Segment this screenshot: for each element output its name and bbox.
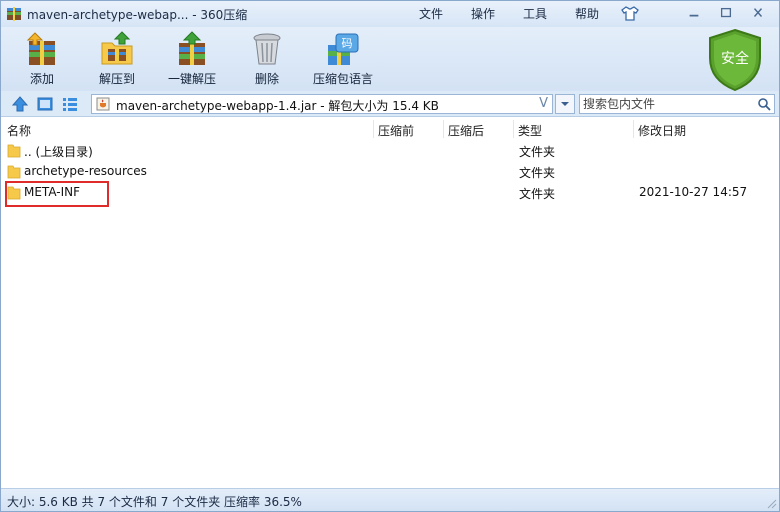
column-divider[interactable] <box>513 120 514 138</box>
title-bar[interactable]: maven-archetype-webap... - 360压缩 文件 操作 工… <box>1 1 779 27</box>
delete-button[interactable]: 删除 <box>232 29 302 89</box>
menu-tools[interactable]: 工具 <box>509 5 561 22</box>
file-type: 文件夹 <box>519 145 556 159</box>
one-click-extract-icon <box>179 31 205 65</box>
trash-can-icon <box>253 33 281 65</box>
app-logo-icon <box>7 7 21 21</box>
column-divider[interactable] <box>443 120 444 138</box>
close-icon[interactable] <box>749 5 767 21</box>
password-badge: 码 <box>342 37 353 50</box>
status-bar: 大小: 5.6 KB 共 7 个文件和 7 个文件夹 压缩率 36.5% <box>1 488 779 511</box>
path-history-icon[interactable]: V <box>539 96 548 111</box>
archive-password-label: 压缩包语言 <box>312 72 373 86</box>
list-item-parent-directory[interactable]: .. (上级目录) 文件夹 <box>1 140 779 161</box>
address-bar-row: maven-archetype-webapp-1.4.jar - 解包大小为 1… <box>1 91 779 117</box>
column-name[interactable]: 名称 <box>7 122 31 139</box>
archive-password-button[interactable]: 码 压缩包语言 <box>307 29 379 89</box>
file-modified: 2021-10-27 14:57 <box>639 185 748 199</box>
search-box[interactable] <box>579 94 775 114</box>
maximize-icon[interactable] <box>717 5 735 21</box>
window-title: maven-archetype-webap... - 360压缩 <box>27 8 248 22</box>
password-code-icon: 码 <box>328 33 359 65</box>
security-label: 安全 <box>721 50 749 67</box>
path-dropdown-button[interactable] <box>555 94 575 114</box>
folder-icon <box>7 165 21 179</box>
column-type[interactable]: 类型 <box>518 122 542 139</box>
up-arrow-icon[interactable] <box>11 95 29 113</box>
column-divider[interactable] <box>373 120 374 138</box>
large-icon-view-icon[interactable] <box>36 95 54 113</box>
search-icon[interactable] <box>757 97 771 111</box>
menu-file[interactable]: 文件 <box>405 5 457 22</box>
search-input[interactable] <box>583 96 751 112</box>
file-list-header: 名称 压缩前 压缩后 类型 修改日期 <box>1 118 779 140</box>
add-archive-icon <box>26 32 55 65</box>
menu-bar: 文件 操作 工具 帮助 <box>405 5 613 22</box>
file-name: .. (上级目录) <box>24 145 93 159</box>
add-button[interactable]: 添加 <box>7 29 77 89</box>
jar-file-icon <box>96 97 110 111</box>
column-compressed-before[interactable]: 压缩前 <box>378 122 414 139</box>
resize-grip-icon[interactable] <box>767 499 777 509</box>
list-item-meta-inf[interactable]: META-INF 文件夹 2021-10-27 14:57 <box>1 182 779 203</box>
menu-help[interactable]: 帮助 <box>561 5 613 22</box>
file-list: .. (上级目录) 文件夹 archetype-resources 文件夹 ME… <box>1 140 779 488</box>
app-window: maven-archetype-webap... - 360压缩 文件 操作 工… <box>0 0 780 512</box>
extract-to-button[interactable]: 解压到 <box>82 29 152 89</box>
status-text: 大小: 5.6 KB 共 7 个文件和 7 个文件夹 压缩率 36.5% <box>7 495 302 509</box>
list-item-archetype-resources[interactable]: archetype-resources 文件夹 <box>1 161 779 182</box>
file-type: 文件夹 <box>519 166 556 180</box>
toolbar: 添加 解压到 一键解压 删除 码 压缩包语言 安全 <box>1 27 779 92</box>
one-click-extract-label: 一键解压 <box>167 72 216 86</box>
file-name: archetype-resources <box>24 164 147 178</box>
add-label: 添加 <box>29 72 54 86</box>
column-compressed-after[interactable]: 压缩后 <box>448 122 484 139</box>
highlight-annotation-box <box>5 181 109 207</box>
one-click-extract-button[interactable]: 一键解压 <box>157 29 227 89</box>
path-field[interactable]: maven-archetype-webapp-1.4.jar - 解包大小为 1… <box>91 94 553 114</box>
list-view-icon[interactable] <box>61 95 79 113</box>
column-divider[interactable] <box>633 120 634 138</box>
delete-label: 删除 <box>254 72 279 86</box>
path-text: maven-archetype-webapp-1.4.jar - 解包大小为 1… <box>116 99 439 113</box>
skin-shirt-icon[interactable] <box>621 5 639 21</box>
security-shield-icon[interactable]: 安全 <box>706 28 764 92</box>
file-type: 文件夹 <box>519 187 556 201</box>
folder-icon <box>7 144 21 158</box>
column-modified-date[interactable]: 修改日期 <box>638 122 686 139</box>
extract-to-label: 解压到 <box>98 72 135 86</box>
extract-folder-icon <box>101 31 133 65</box>
minimize-icon[interactable] <box>685 5 703 21</box>
chevron-down-icon <box>561 102 569 106</box>
menu-operate[interactable]: 操作 <box>457 5 509 22</box>
